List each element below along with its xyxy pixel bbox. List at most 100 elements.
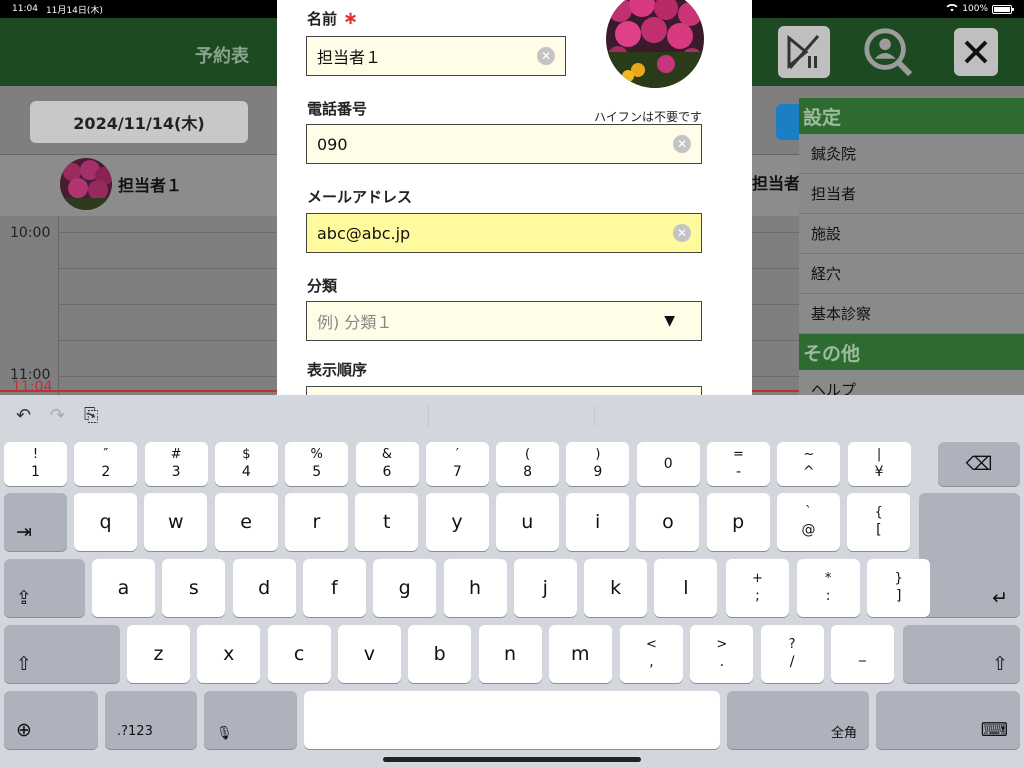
shift-key-left[interactable]: ⇧ (4, 625, 120, 683)
settings-item-staff[interactable]: 担当者 (799, 174, 1024, 214)
key-.[interactable]: >. (690, 625, 754, 683)
key-a[interactable]: a (92, 559, 155, 617)
key-v[interactable]: v (337, 625, 401, 683)
key-g[interactable]: g (373, 559, 437, 617)
key-label: . (719, 654, 725, 670)
key-y[interactable]: y (425, 493, 489, 551)
key-0[interactable]: 0 (636, 442, 700, 486)
order-label: 表示順序 (307, 361, 368, 379)
globe-key[interactable]: ⊕ (4, 691, 98, 749)
key-3[interactable]: #3 (144, 442, 208, 486)
key-/[interactable]: ? / (760, 625, 824, 683)
key-x[interactable]: x (197, 625, 261, 683)
key-label: ( (525, 447, 531, 462)
settings-item-clinic[interactable]: 鍼灸院 (799, 134, 1024, 174)
clear-icon[interactable]: ✕ (673, 224, 691, 242)
name-input[interactable]: 担当者１ ✕ (306, 36, 566, 76)
undo-icon[interactable]: ↶ (16, 405, 31, 426)
key-p[interactable]: p (706, 493, 770, 551)
phone-input[interactable]: 090 ✕ (306, 124, 702, 164)
key-5[interactable]: % 5 (285, 442, 349, 486)
required-mark: ∗ (343, 8, 359, 29)
key-:[interactable]: *: (796, 559, 860, 617)
key-2[interactable]: ″ 2 (74, 442, 138, 486)
key-label: d (258, 577, 271, 599)
key-9[interactable]: ) 9 (566, 442, 630, 486)
battery-icon (992, 4, 1014, 14)
play-pause-button[interactable] (778, 26, 830, 78)
key-label: ~ (803, 447, 815, 462)
email-input[interactable]: abc@abc.jp ✕ (306, 213, 702, 253)
key-][interactable]: }] (867, 559, 931, 617)
key-k[interactable]: k (584, 559, 648, 617)
key-r[interactable]: r (284, 493, 348, 551)
key-o[interactable]: o (636, 493, 700, 551)
clear-icon[interactable]: ✕ (673, 135, 691, 153)
key-j[interactable]: j (513, 559, 577, 617)
staff-column-2[interactable]: 担当者 (752, 170, 800, 194)
key-i[interactable]: i (566, 493, 630, 551)
key-l[interactable]: l (654, 559, 718, 617)
key-u[interactable]: u (495, 493, 559, 551)
backspace-key[interactable]: ⌫ (938, 442, 1020, 486)
order-input[interactable] (306, 386, 702, 395)
key-label: l (683, 577, 689, 599)
key-label: : (825, 588, 831, 604)
key-,[interactable]: <, (620, 625, 683, 683)
caps-lock-key[interactable]: ⇪ (4, 559, 85, 617)
key-h[interactable]: h (443, 559, 507, 617)
user-search-icon (864, 28, 913, 77)
staff-avatar (60, 158, 112, 210)
category-select[interactable]: 例) 分類１ ▼ (306, 301, 702, 341)
name-label: 名前 ∗ (307, 8, 359, 29)
return-key[interactable]: ↵ (919, 493, 1020, 617)
settings-item-facility[interactable]: 施設 (799, 214, 1024, 254)
key-1[interactable]: ! 1 (4, 442, 67, 486)
key-t[interactable]: t (355, 493, 419, 551)
paste-icon[interactable]: ⎘ (84, 405, 98, 426)
numbers-key[interactable]: .?123 (105, 691, 197, 749)
key-z[interactable]: z (127, 625, 190, 683)
staff-column-1[interactable]: 担当者１ (60, 158, 182, 210)
hide-keyboard-key[interactable]: ⌨ (876, 691, 1020, 749)
settings-item-acupoints[interactable]: 経穴 (799, 254, 1024, 294)
key-b[interactable]: b (408, 625, 472, 683)
key-q[interactable]: q (74, 493, 137, 551)
key-label: $ (242, 447, 251, 462)
settings-item-basic-exam[interactable]: 基本診察 (799, 294, 1024, 334)
key-n[interactable]: n (478, 625, 542, 683)
key-_[interactable]: _ (830, 625, 894, 683)
shift-key-right[interactable]: ⇧ (903, 625, 1020, 683)
key-8[interactable]: (8 (496, 442, 560, 486)
key-¥[interactable]: | ¥ (847, 442, 911, 486)
tab-key[interactable]: ⇥ (4, 493, 67, 551)
key--[interactable]: = - (707, 442, 770, 486)
key-[[interactable]: {[ (847, 493, 911, 551)
key-d[interactable]: d (232, 559, 296, 617)
key-e[interactable]: e (214, 493, 278, 551)
key-m[interactable]: m (548, 625, 612, 683)
key-c[interactable]: c (267, 625, 331, 683)
key-^[interactable]: ~ ^ (777, 442, 841, 486)
staff-photo[interactable] (606, 0, 704, 88)
key-label: = (733, 447, 744, 462)
space-key[interactable] (304, 691, 720, 749)
close-button[interactable] (954, 28, 998, 76)
key-7[interactable]: ′ 7 (425, 442, 489, 486)
key-w[interactable]: w (144, 493, 208, 551)
key-s[interactable]: s (162, 559, 226, 617)
key-f[interactable]: f (302, 559, 366, 617)
user-search-button[interactable] (862, 26, 914, 78)
settings-item-help[interactable]: ヘルプ (799, 370, 1024, 395)
key-label: k (610, 577, 622, 599)
caps-lock-icon: ⇪ (16, 587, 32, 609)
key-;[interactable]: +; (726, 559, 789, 617)
clear-icon[interactable]: ✕ (537, 47, 555, 65)
key-4[interactable]: $4 (214, 442, 278, 486)
zenkaku-key[interactable]: 全角 (727, 691, 869, 749)
key-@[interactable]: ` @ (777, 493, 840, 551)
key-6[interactable]: & 6 (355, 442, 419, 486)
date-selector-button[interactable]: 2024/11/14(木) (30, 101, 248, 143)
dictation-key[interactable]: 🎙 (204, 691, 297, 749)
redo-icon[interactable]: ↷ (50, 405, 65, 426)
